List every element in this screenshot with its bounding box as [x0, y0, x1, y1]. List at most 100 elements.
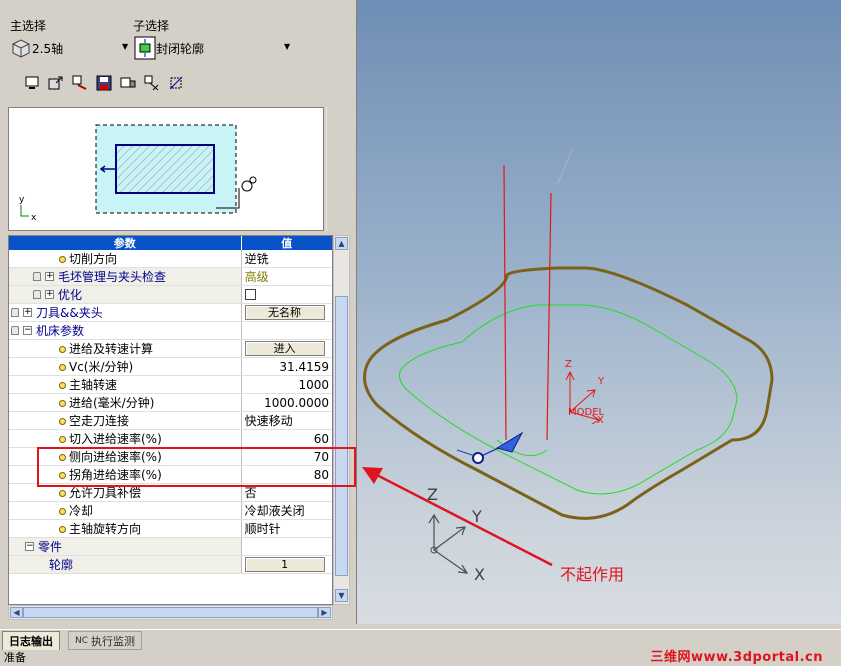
param-label: 刀具&&夹头	[36, 306, 103, 320]
param-row-coolant[interactable]: 冷却 冷却液关闭	[9, 502, 332, 520]
scroll-up-icon[interactable]: ▲	[335, 237, 348, 250]
scroll-left-icon[interactable]: ◀	[10, 607, 23, 618]
toolbar	[22, 73, 186, 93]
tab-nc-monitor[interactable]: NC 执行监测	[68, 631, 143, 650]
param-value[interactable]: 60	[242, 430, 332, 447]
expand-icon[interactable]: +	[23, 308, 32, 317]
param-bulb-icon	[59, 490, 66, 497]
export-icon[interactable]	[46, 73, 66, 93]
3d-viewport[interactable]: Z Y X MODEL Z Y X 不起作用	[357, 0, 841, 624]
save-icon[interactable]	[94, 73, 114, 93]
param-row-spindle-direction[interactable]: 主轴旋转方向 顺时针	[9, 520, 332, 538]
param-label: 优化	[58, 288, 83, 302]
parameter-table: 参数 值 切削方向 逆铣 + 毛坯管理与夹头检查 高级 + 优化 + 刀具&&夹头 无…	[8, 235, 333, 605]
param-row-corner-feed[interactable]: 拐角进给速率(%) 80	[9, 466, 332, 484]
param-row-rapid-link[interactable]: 空走刀连接 快速移动	[9, 412, 332, 430]
param-row-tool-holder[interactable]: + 刀具&&夹头 无名称	[9, 304, 332, 322]
param-row-feed[interactable]: 进给(毫米/分钟) 1000.0000	[9, 394, 332, 412]
sub-select-label: 子选择	[133, 19, 170, 33]
param-row-feed-speed-calc[interactable]: 进给及转速计算 进入	[9, 340, 332, 358]
param-value[interactable]: 1000.0000	[242, 394, 332, 411]
param-bulb-icon	[59, 418, 66, 425]
expand-icon[interactable]: +	[45, 290, 54, 299]
main-select-arrow-icon[interactable]: ▼	[122, 42, 128, 51]
sub-select-value: 封闭轮廓	[156, 41, 205, 56]
cube-2-5axis-icon	[12, 39, 30, 58]
param-label: 侧向进给速率(%)	[69, 450, 162, 464]
optimize-checkbox[interactable]	[244, 289, 256, 300]
param-bulb-icon	[59, 508, 66, 515]
toolpath-preview: y x	[8, 107, 324, 231]
param-value[interactable]: 高级	[242, 268, 332, 285]
main-select-label: 主选择	[10, 19, 47, 33]
monitor-icon[interactable]	[22, 73, 42, 93]
scroll-right-icon[interactable]: ▶	[318, 607, 331, 618]
preview-side-panel	[326, 107, 351, 231]
tool-setup-icon[interactable]	[70, 73, 90, 93]
param-label: 进给(毫米/分钟)	[69, 396, 155, 410]
contour-count-button[interactable]: 1	[244, 557, 325, 572]
param-bulb-icon	[59, 472, 66, 479]
scroll-thumb[interactable]	[23, 607, 318, 618]
param-label: 进给及转速计算	[69, 342, 154, 356]
enter-button[interactable]: 进入	[244, 341, 325, 356]
collapse-icon[interactable]: −	[25, 542, 34, 551]
column-header-value: 值	[281, 237, 293, 250]
collapse-icon[interactable]: −	[23, 326, 32, 335]
param-row-plunge-feed[interactable]: 切入进给速率(%) 60	[9, 430, 332, 448]
main-select-value: 2.5轴	[32, 41, 64, 56]
param-value[interactable]: 80	[242, 466, 332, 483]
param-horizontal-scrollbar[interactable]: ◀ ▶	[8, 605, 333, 620]
param-vertical-scrollbar[interactable]: ▲ ▼	[333, 235, 350, 605]
model-label: MODEL	[568, 407, 605, 418]
param-row-cut-direction[interactable]: 切削方向 逆铣	[9, 250, 332, 268]
param-label: Vc(米/分钟)	[69, 360, 134, 374]
param-value[interactable]: 31.4159	[242, 358, 332, 375]
param-bulb-icon	[59, 256, 66, 263]
param-label: 空走刀连接	[69, 414, 130, 428]
param-row-machine-params[interactable]: − 机床参数	[9, 322, 332, 340]
column-header-param: 参数	[9, 236, 242, 250]
tool-right-edge	[546, 192, 552, 441]
status-text: 准备	[4, 651, 26, 664]
param-row-side-feed[interactable]: 侧向进给速率(%) 70	[9, 448, 332, 466]
param-row-vc[interactable]: Vc(米/分钟) 31.4159	[9, 358, 332, 376]
sub-select-dropdown[interactable]: 封闭轮廓	[134, 36, 284, 60]
model-axis-y: Y	[597, 376, 605, 387]
param-bulb-icon	[59, 364, 66, 371]
scroll-thumb[interactable]	[335, 296, 348, 576]
path-icon[interactable]	[166, 73, 186, 93]
param-value[interactable]: 逆铣	[242, 250, 332, 267]
tool-name-button[interactable]: 无名称	[244, 305, 325, 320]
param-value[interactable]: 否	[242, 484, 332, 501]
sub-select-arrow-icon[interactable]: ▼	[284, 42, 290, 51]
param-row-tool-compensation[interactable]: 允许刀具补偿 否	[9, 484, 332, 502]
watermark-logo: 三维网www.3dportal.cn	[650, 650, 823, 665]
preview-axis-x: x	[31, 213, 37, 223]
param-value[interactable]: 冷却液关闭	[242, 502, 332, 519]
param-row-part[interactable]: − 零件	[9, 538, 332, 556]
param-value[interactable]: 1000	[242, 376, 332, 393]
param-row-spindle-speed[interactable]: 主轴转速 1000	[9, 376, 332, 394]
model-axes: Z Y X MODEL	[565, 359, 605, 426]
edit-tool-icon[interactable]	[142, 73, 162, 93]
param-value[interactable]: 顺时针	[242, 520, 332, 537]
main-select-dropdown[interactable]: 2.5轴	[10, 36, 130, 60]
closed-contour-icon	[134, 36, 156, 60]
param-row-contour[interactable]: 轮廓 1	[9, 556, 332, 574]
param-row-stock-management[interactable]: + 毛坯管理与夹头检查 高级	[9, 268, 332, 286]
lock-icon	[33, 290, 41, 299]
param-label: 切削方向	[69, 252, 118, 266]
scroll-down-icon[interactable]: ▼	[335, 589, 348, 602]
tab-log-output[interactable]: 日志输出	[2, 631, 60, 650]
param-label: 毛坯管理与夹头检查	[58, 270, 167, 284]
param-value[interactable]: 70	[242, 448, 332, 465]
param-bulb-icon	[59, 382, 66, 389]
param-row-optimize[interactable]: + 优化	[9, 286, 332, 304]
expand-icon[interactable]: +	[45, 272, 54, 281]
param-value[interactable]: 快速移动	[242, 412, 332, 429]
param-bulb-icon	[59, 346, 66, 353]
tool-direction-marker	[456, 431, 524, 464]
param-label: 冷却	[69, 504, 94, 518]
machine-icon[interactable]	[118, 73, 138, 93]
